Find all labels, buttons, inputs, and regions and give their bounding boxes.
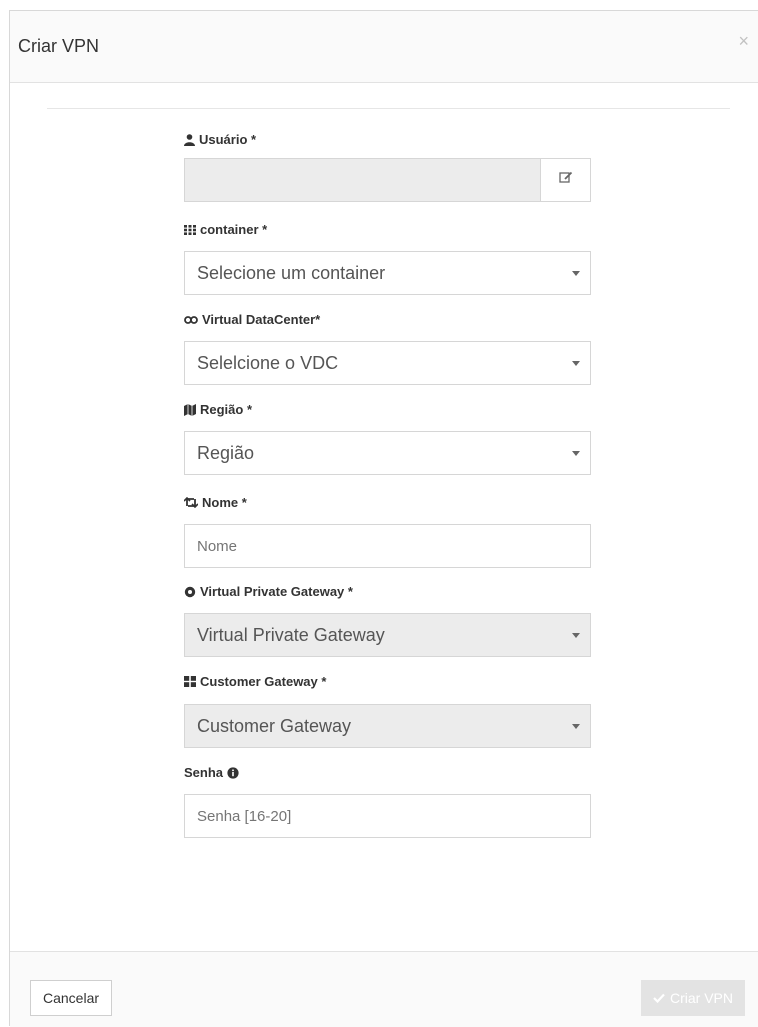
chevron-down-icon bbox=[572, 724, 580, 729]
chevron-down-icon bbox=[572, 361, 580, 366]
nome-label: Nome * bbox=[184, 495, 247, 510]
info-circle-icon[interactable] bbox=[227, 766, 239, 779]
th-large-icon bbox=[184, 676, 196, 687]
senha-input[interactable] bbox=[184, 794, 591, 838]
container-select[interactable]: Selecione um container bbox=[184, 251, 591, 295]
usuario-label: Usuário * bbox=[184, 132, 256, 147]
close-button[interactable]: × bbox=[738, 31, 749, 51]
senha-label-text: Senha bbox=[184, 765, 224, 780]
regiao-label-text: Região * bbox=[200, 402, 253, 417]
user-icon bbox=[184, 133, 195, 146]
link-icon bbox=[184, 314, 198, 326]
cgw-select-value: Customer Gateway bbox=[197, 715, 352, 736]
regiao-label: Região * bbox=[184, 402, 252, 417]
chevron-down-icon bbox=[572, 633, 580, 638]
edit-icon bbox=[558, 171, 573, 189]
dialog-title: Criar VPN bbox=[18, 36, 100, 56]
vdc-label-text: Virtual DataCenter* bbox=[202, 312, 321, 327]
usuario-input-group bbox=[184, 158, 591, 202]
container-label: container * bbox=[184, 222, 267, 237]
regiao-select[interactable]: Região bbox=[184, 431, 591, 475]
container-select-value: Selecione um container bbox=[197, 262, 386, 283]
cancel-button[interactable]: Cancelar bbox=[30, 980, 113, 1016]
nome-input[interactable] bbox=[184, 524, 591, 568]
map-icon bbox=[184, 403, 196, 416]
vpg-label: Virtual Private Gateway * bbox=[184, 584, 353, 599]
chevron-down-icon bbox=[572, 271, 580, 276]
circle-icon bbox=[184, 586, 196, 598]
nome-label-text: Nome * bbox=[202, 495, 247, 510]
create-vpn-dialog: Criar VPN × Usuário * container * Seleci… bbox=[9, 10, 758, 1027]
create-vpn-label: Criar VPN bbox=[669, 990, 733, 1006]
grid-icon bbox=[184, 224, 196, 235]
cgw-select[interactable]: Customer Gateway bbox=[184, 704, 591, 748]
edit-user-button[interactable] bbox=[540, 158, 591, 202]
dialog-footer: Cancelar Criar VPN bbox=[10, 951, 758, 1027]
vdc-select[interactable]: Selelcione o VDC bbox=[184, 341, 591, 385]
vpg-select-value: Virtual Private Gateway bbox=[197, 624, 385, 645]
vdc-select-value: Selelcione o VDC bbox=[197, 352, 339, 373]
vdc-label: Virtual DataCenter* bbox=[184, 312, 320, 327]
form-divider bbox=[47, 108, 730, 109]
vpg-select[interactable]: Virtual Private Gateway bbox=[184, 613, 591, 657]
cgw-label-text: Customer Gateway * bbox=[200, 674, 327, 689]
usuario-input[interactable] bbox=[184, 158, 540, 202]
regiao-select-value: Região bbox=[197, 442, 255, 463]
container-label-text: container * bbox=[200, 222, 268, 237]
create-vpn-button[interactable]: Criar VPN bbox=[640, 980, 745, 1016]
dialog-header: Criar VPN × bbox=[10, 11, 758, 83]
chevron-down-icon bbox=[572, 451, 580, 456]
vpg-label-text: Virtual Private Gateway * bbox=[200, 584, 353, 599]
usuario-label-text: Usuário * bbox=[199, 132, 257, 147]
senha-label: Senha bbox=[184, 765, 239, 780]
cgw-label: Customer Gateway * bbox=[184, 674, 326, 689]
retweet-icon bbox=[184, 497, 198, 508]
check-icon bbox=[653, 990, 665, 1006]
